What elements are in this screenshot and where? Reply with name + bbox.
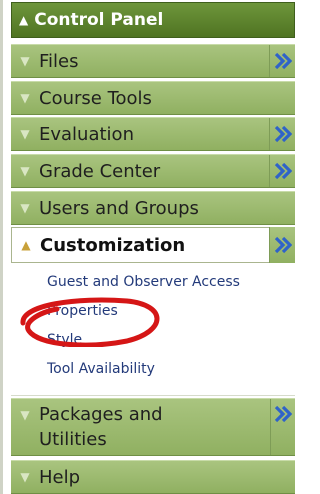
submenu-link-properties[interactable]: Properties	[47, 297, 240, 326]
divider	[11, 395, 295, 396]
menu-item-label-line2: Utilities	[39, 429, 107, 450]
menu-item-label: Grade Center	[39, 160, 161, 182]
double-chevron-right-icon	[274, 236, 292, 254]
double-chevron-right-icon	[274, 52, 292, 70]
menu-item-evaluation[interactable]: ▼ Evaluation	[11, 117, 295, 151]
menu-item-users-and-groups[interactable]: ▼ Users and Groups	[11, 191, 295, 225]
menu-item-label: Evaluation	[39, 123, 134, 145]
menu-item-course-tools[interactable]: ▼ Course Tools	[11, 81, 295, 115]
chevron-down-icon: ▼	[20, 164, 30, 178]
control-panel-header[interactable]: ▲ Control Panel	[11, 2, 295, 38]
chevron-down-icon: ▼	[20, 201, 30, 215]
chevron-down-icon: ▼	[20, 470, 30, 484]
menu-item-label: Users and Groups	[39, 197, 199, 219]
expand-files-button[interactable]	[269, 45, 295, 77]
chevron-up-icon: ▲	[21, 238, 31, 252]
expand-grade-center-button[interactable]	[269, 155, 295, 187]
control-panel-title: Control Panel	[34, 10, 164, 30]
expand-packages-button[interactable]	[270, 399, 295, 455]
menu-item-label: Packages and Utilities	[39, 402, 163, 452]
chevron-down-icon: ▼	[20, 408, 30, 422]
control-panel: ▲ Control Panel ▼ Files ▼ Course Tools ▼…	[0, 0, 298, 494]
submenu-link-guest-observer-access[interactable]: Guest and Observer Access	[47, 268, 240, 297]
menu-item-packages-and-utilities[interactable]: ▼ Packages and Utilities	[11, 398, 295, 456]
customization-submenu: Guest and Observer Access Properties Sty…	[47, 268, 240, 384]
menu-item-label: Files	[39, 50, 79, 72]
menu-item-label: Course Tools	[39, 87, 152, 109]
chevron-down-icon: ▼	[20, 127, 30, 141]
chevron-up-icon: ▲	[19, 13, 29, 27]
chevron-down-icon: ▼	[20, 54, 30, 68]
submenu-link-tool-availability[interactable]: Tool Availability	[47, 355, 240, 384]
menu-item-label: Customization	[40, 234, 186, 256]
expand-customization-button[interactable]	[269, 227, 295, 263]
double-chevron-right-icon	[274, 162, 292, 180]
menu-item-customization[interactable]: ▲ Customization	[11, 227, 295, 263]
menu-item-label-line1: Packages and	[39, 404, 163, 425]
submenu-link-style[interactable]: Style	[47, 326, 240, 355]
chevron-down-icon: ▼	[20, 91, 30, 105]
double-chevron-right-icon	[274, 125, 292, 143]
menu-item-files[interactable]: ▼ Files	[11, 44, 295, 78]
menu-item-grade-center[interactable]: ▼ Grade Center	[11, 154, 295, 188]
menu-item-help[interactable]: ▼ Help	[11, 460, 295, 494]
menu-item-label: Help	[39, 466, 81, 488]
expand-evaluation-button[interactable]	[269, 118, 295, 150]
double-chevron-right-icon	[274, 405, 292, 423]
